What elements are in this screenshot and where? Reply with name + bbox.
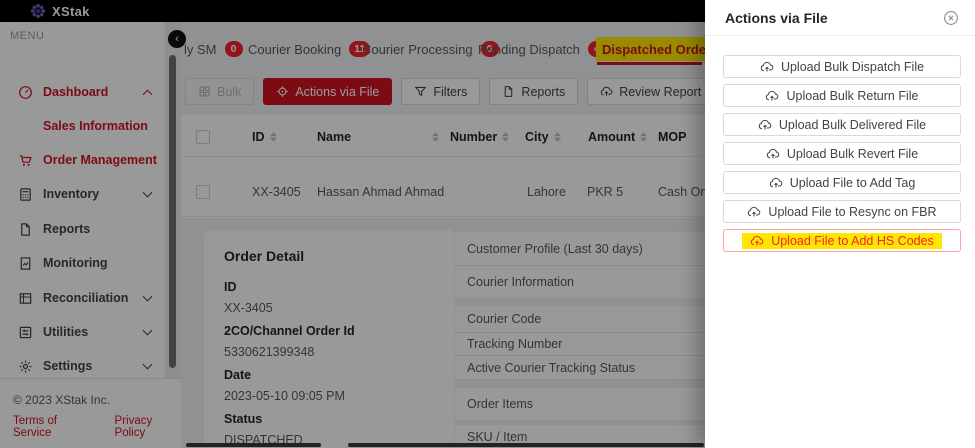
drawer-header: Actions via File [705,0,975,36]
button-label: Upload Bulk Revert File [787,147,918,161]
button-label: Upload Bulk Dispatch File [781,60,924,74]
upload-file-to-resync-on-fbr-button[interactable]: Upload File to Resync on FBR [723,200,961,223]
upload-bulk-dispatch-file-button[interactable]: Upload Bulk Dispatch File [723,55,961,78]
cloud-upload-icon [765,89,779,103]
cloud-upload-icon [758,118,772,132]
cloud-upload-icon [750,234,764,248]
upload-bulk-return-file-button[interactable]: Upload Bulk Return File [723,84,961,107]
drawer-title: Actions via File [725,10,828,26]
cloud-upload-icon [766,147,780,161]
app-screen: XStak MENU Dashboard Sales Information O… [0,0,975,448]
button-label: Upload Bulk Delivered File [779,118,926,132]
cloud-upload-icon [760,60,774,74]
close-icon[interactable] [943,10,959,26]
cloud-upload-icon [747,205,761,219]
upload-bulk-revert-file-button[interactable]: Upload Bulk Revert File [723,142,961,165]
button-label: Upload File to Add Tag [790,176,916,190]
cloud-upload-icon [769,176,783,190]
button-label: Upload File to Resync on FBR [768,205,936,219]
upload-bulk-delivered-file-button[interactable]: Upload Bulk Delivered File [723,113,961,136]
button-label: Upload Bulk Return File [786,89,918,103]
button-label: Upload File to Add HS Codes [771,234,934,248]
upload-file-to-add-tag-button[interactable]: Upload File to Add Tag [723,171,961,194]
drawer-mask[interactable] [0,0,705,448]
upload-file-to-add-hs-codes-button[interactable]: Upload File to Add HS Codes [723,229,961,252]
